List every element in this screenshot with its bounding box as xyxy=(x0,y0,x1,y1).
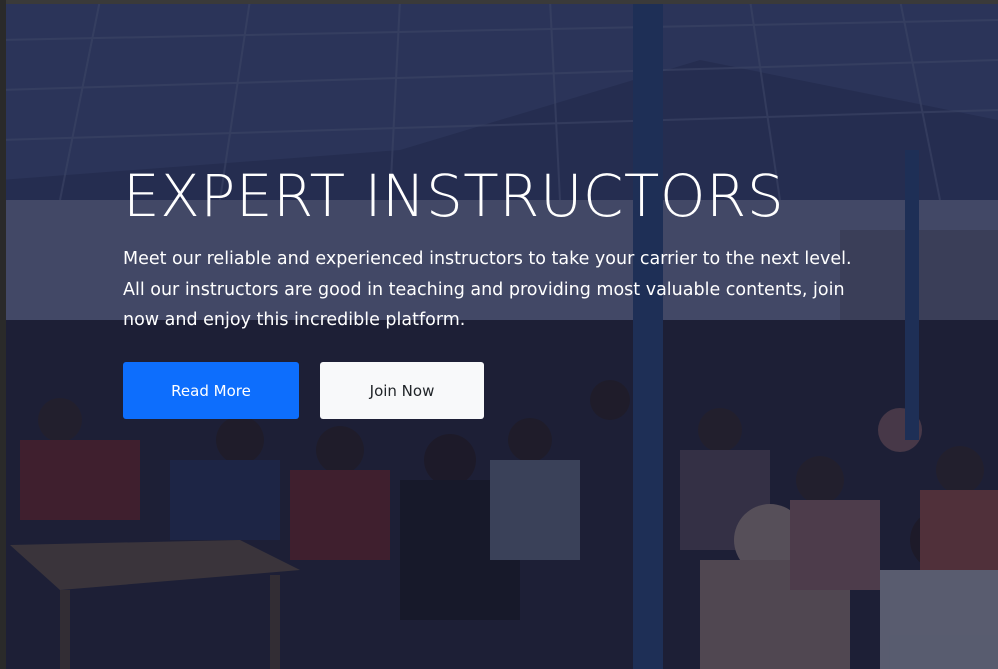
join-now-button[interactable]: Join Now xyxy=(320,362,484,419)
hero-caption: EXPERT INSTRUCTORS Meet our reliable and… xyxy=(123,160,863,336)
hero-title: EXPERT INSTRUCTORS xyxy=(123,162,785,230)
hero-carousel-slide: EXPERT INSTRUCTORS Meet our reliable and… xyxy=(0,0,998,669)
read-more-button[interactable]: Read More xyxy=(123,362,299,419)
window-left-border xyxy=(0,0,6,669)
window-top-border xyxy=(0,0,998,4)
hero-description: Meet our reliable and experienced instru… xyxy=(123,249,852,330)
